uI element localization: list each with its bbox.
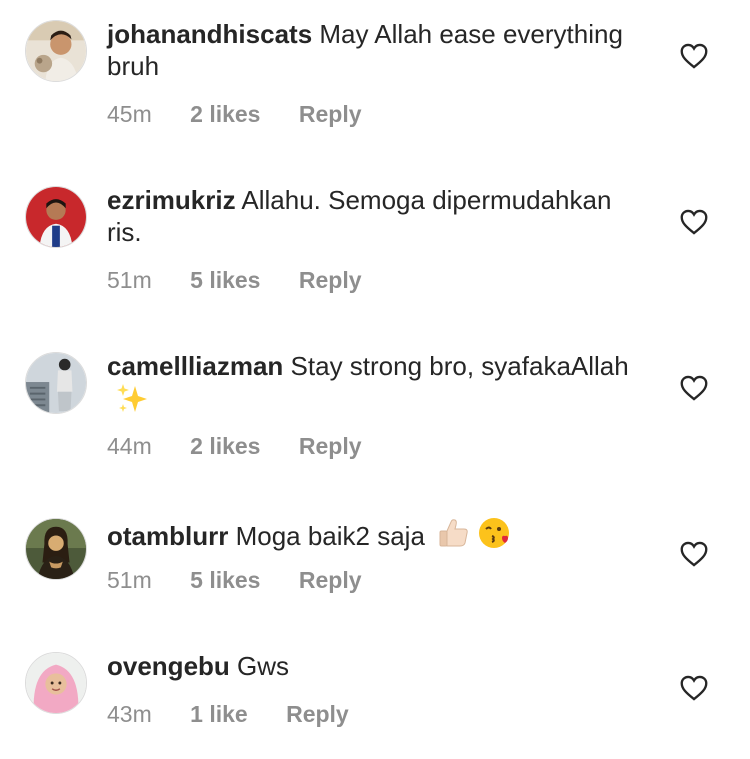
comment-meta: 51m 5 likes Reply	[107, 265, 362, 295]
comment-body: Gws	[237, 651, 290, 681]
sparkles-icon	[115, 382, 149, 416]
comment-likes[interactable]: 1 like	[190, 699, 248, 729]
comment-time: 45m	[107, 101, 152, 127]
comment-likes[interactable]: 2 likes	[190, 431, 260, 461]
heart-icon[interactable]	[680, 375, 708, 401]
comment-meta: 43m 1 like Reply	[107, 699, 349, 729]
comment-likes[interactable]: 5 likes	[190, 565, 260, 595]
heart-icon[interactable]	[680, 43, 708, 69]
avatar[interactable]	[25, 186, 87, 248]
heart-icon[interactable]	[680, 541, 708, 567]
comment-meta: 51m 5 likes Reply	[107, 565, 362, 595]
reply-button[interactable]: Reply	[299, 265, 362, 295]
reply-button[interactable]: Reply	[299, 565, 362, 595]
comment-meta: 44m 2 likes Reply	[107, 431, 362, 461]
comment-body: Moga baik2 saja	[235, 521, 425, 551]
comment-time: 51m	[107, 267, 152, 293]
reply-button[interactable]: Reply	[299, 99, 362, 129]
comment-username[interactable]: camellliazman	[107, 351, 283, 381]
comment-username[interactable]: ovengebu	[107, 651, 230, 681]
heart-icon[interactable]	[680, 209, 708, 235]
comment-time: 44m	[107, 433, 152, 459]
comment-username[interactable]: otamblurr	[107, 521, 228, 551]
comment-body: Stay strong bro, syafakaAllah	[290, 351, 629, 381]
comment-text: ovengebu Gws	[107, 650, 642, 682]
heart-icon[interactable]	[680, 675, 708, 701]
reply-button[interactable]: Reply	[286, 699, 349, 729]
comment-username[interactable]: ezrimukriz	[107, 185, 236, 215]
avatar[interactable]	[25, 20, 87, 82]
avatar[interactable]	[25, 652, 87, 714]
thumbs-up-icon	[437, 516, 471, 550]
comment-text: ezrimukriz Allahu. Semoga dipermudahkan …	[107, 184, 642, 248]
comment-time: 43m	[107, 701, 152, 727]
comment-time: 51m	[107, 567, 152, 593]
comment-username[interactable]: johanandhiscats	[107, 19, 312, 49]
reply-button[interactable]: Reply	[299, 431, 362, 461]
comment-likes[interactable]: 5 likes	[190, 265, 260, 295]
kissing-face-icon	[477, 516, 511, 550]
comment-text: camellliazman Stay strong bro, syafakaAl…	[107, 350, 642, 418]
comment-text: otamblurr Moga baik2 saja	[107, 516, 642, 552]
comment-likes[interactable]: 2 likes	[190, 99, 260, 129]
comment-text: johanandhiscats May Allah ease everythin…	[107, 18, 642, 82]
avatar[interactable]	[25, 518, 87, 580]
avatar[interactable]	[25, 352, 87, 414]
comment-meta: 45m 2 likes Reply	[107, 99, 362, 129]
